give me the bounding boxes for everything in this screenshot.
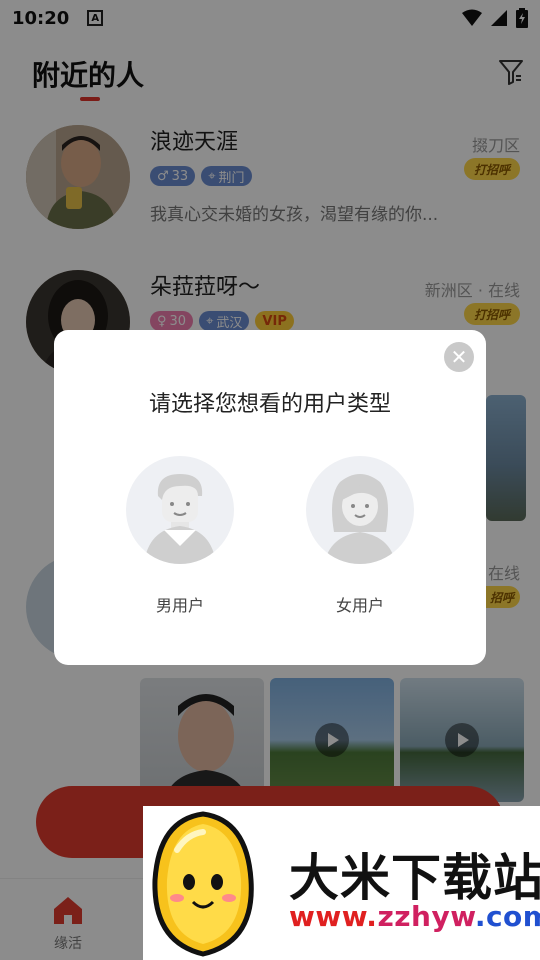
user-type-dialog: ✕ 请选择您想看的用户类型 男用户 女用户 [54,330,486,665]
url-domain: zzhyw [377,900,475,933]
rice-logo-icon [152,811,254,957]
watermark-banner: 大米下载站 www.zzhyw.com [143,806,540,960]
male-avatar-icon[interactable] [126,456,234,564]
female-user-option[interactable]: 女用户 [306,456,414,616]
female-avatar-icon[interactable] [306,456,414,564]
male-user-label: 男用户 [155,596,204,615]
female-user-label: 女用户 [335,596,384,615]
url-prefix: www. [289,900,378,933]
watermark-url: www.zzhyw.com [289,900,540,933]
dialog-title: 请选择您想看的用户类型 [148,392,391,417]
male-user-option[interactable]: 男用户 [126,456,234,616]
close-icon[interactable]: ✕ [444,342,474,372]
url-suffix: .com [474,900,540,933]
